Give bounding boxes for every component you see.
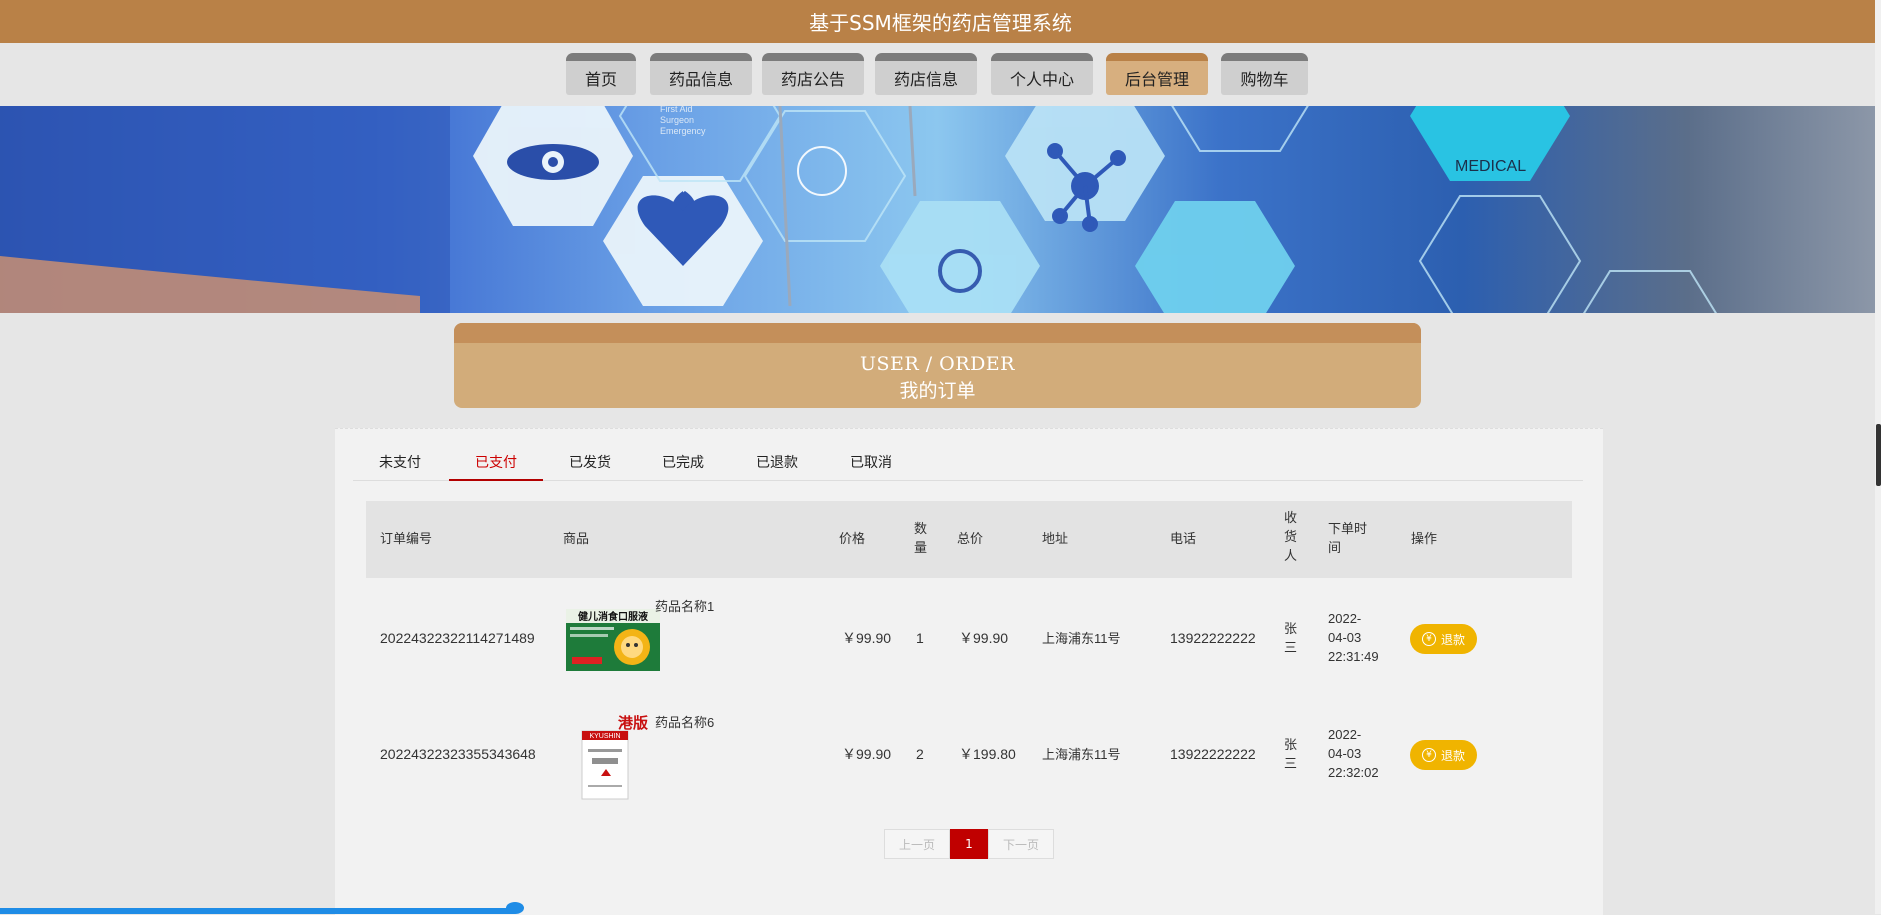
header-action: 操作 bbox=[1411, 532, 1438, 547]
hero-banner: MEDICAL First Aid Surgeon Emergency bbox=[0, 106, 1875, 313]
phone: 13922222222 bbox=[1170, 746, 1256, 762]
address: 上海浦东11号 bbox=[1042, 747, 1121, 762]
product-image-label: 健儿消食口服液 bbox=[578, 610, 648, 623]
quantity: 1 bbox=[916, 630, 924, 646]
pagination: 上一页 1 下一页 bbox=[884, 829, 1054, 859]
refund-label: 退款 bbox=[1440, 632, 1465, 647]
nav-personal-center[interactable]: 个人中心 bbox=[991, 53, 1093, 95]
header-phone: 电话 bbox=[1170, 532, 1197, 547]
receiver: 张 三 bbox=[1284, 735, 1297, 773]
address: 上海浦东11号 bbox=[1042, 631, 1121, 646]
header-qty-line2: 量 bbox=[914, 541, 928, 556]
total-price: ￥99.90 bbox=[959, 630, 1009, 646]
horizontal-scrollbar-thumb[interactable] bbox=[506, 902, 524, 914]
banner-first-aid-text: First Aid bbox=[660, 106, 693, 114]
header-address: 地址 bbox=[1042, 532, 1069, 547]
order-time: 2022- 04-03 22:31:49 bbox=[1328, 609, 1379, 666]
product-name[interactable]: 药品名称6 bbox=[655, 713, 714, 732]
banner-medical-text: MEDICAL bbox=[1455, 158, 1526, 175]
yen-coin-icon: ¥ bbox=[1421, 748, 1436, 762]
order-time-line3: 22:32:02 bbox=[1328, 765, 1379, 780]
main-nav: 首页 药品信息 药店公告 药店信息 个人中心 后台管理 购物车 bbox=[0, 53, 1881, 97]
nav-notice[interactable]: 药店公告 bbox=[762, 53, 864, 95]
title-box-cap bbox=[454, 323, 1421, 343]
tab-refunded[interactable]: 已退款 bbox=[730, 444, 824, 479]
nav-drug-info[interactable]: 药品信息 bbox=[650, 53, 752, 95]
app-title: 基于SSM框架的药店管理系统 bbox=[0, 0, 1881, 43]
table-row: 20224322322114271489 健儿消食口服液 药品名称1 ￥99.9… bbox=[366, 581, 1572, 697]
product-image-sub: KYUSHIN bbox=[589, 733, 620, 740]
header-receiver-line3: 人 bbox=[1284, 549, 1298, 564]
receiver-line1: 张 bbox=[1284, 737, 1298, 752]
header-time-line2: 间 bbox=[1328, 541, 1342, 556]
table-header: 订单编号 商品 价格 数 量 总价 地址 电话 收 货 人 下单时 间 操作 bbox=[366, 501, 1572, 578]
order-no: 20224322322114271489 bbox=[380, 630, 535, 646]
header-time: 下单时 间 bbox=[1328, 520, 1367, 558]
header-time-line1: 下单时 bbox=[1328, 522, 1368, 537]
product-thumbnail[interactable]: 健儿消食口服液 bbox=[566, 605, 660, 695]
nav-store-info[interactable]: 药店信息 bbox=[875, 53, 977, 95]
header-price: 价格 bbox=[839, 532, 866, 547]
table-row: 20224322323355343648 港版 KYUSHIN 药品名称6 ￥9… bbox=[366, 697, 1572, 813]
phone: 13922222222 bbox=[1170, 630, 1256, 646]
refund-label: 退款 bbox=[1440, 748, 1465, 763]
header-receiver-line2: 货 bbox=[1284, 530, 1298, 545]
banner-surgeon-text: Surgeon bbox=[660, 115, 694, 125]
medicine-box-image: 健儿消食口服液 bbox=[566, 609, 660, 671]
order-status-tabs: 未支付 已支付 已发货 已完成 已退款 已取消 bbox=[353, 444, 1583, 481]
order-time-line2: 04-03 bbox=[1328, 746, 1362, 761]
next-page-button[interactable]: 下一页 bbox=[988, 829, 1054, 859]
header-qty: 数 量 bbox=[914, 520, 927, 558]
medicine-box-image: 港版 KYUSHIN bbox=[566, 711, 660, 801]
refund-button[interactable]: ¥ 退款 bbox=[1410, 740, 1477, 770]
tab-paid[interactable]: 已支付 bbox=[449, 444, 543, 481]
order-time-line2: 04-03 bbox=[1328, 630, 1362, 645]
total-price: ￥199.80 bbox=[959, 746, 1016, 762]
order-time-line3: 22:31:49 bbox=[1328, 649, 1379, 664]
medical-hexagon-graphic: MEDICAL First Aid Surgeon Emergency bbox=[0, 106, 1718, 313]
header-receiver: 收 货 人 bbox=[1284, 509, 1297, 566]
tab-shipped[interactable]: 已发货 bbox=[543, 444, 637, 479]
order-no: 20224322323355343648 bbox=[380, 746, 536, 762]
nav-cart[interactable]: 购物车 bbox=[1221, 53, 1308, 95]
price: ￥99.90 bbox=[842, 746, 892, 762]
header-total: 总价 bbox=[957, 532, 984, 547]
order-time-line1: 2022- bbox=[1328, 727, 1362, 742]
nav-admin[interactable]: 后台管理 bbox=[1106, 53, 1208, 95]
page-number-button[interactable]: 1 bbox=[950, 829, 988, 859]
receiver: 张 三 bbox=[1284, 619, 1297, 657]
header-qty-line1: 数 bbox=[914, 522, 928, 537]
section-title-zh: 我的订单 bbox=[899, 380, 976, 402]
price: ￥99.90 bbox=[842, 630, 892, 646]
order-panel: 未支付 已支付 已发货 已完成 已退款 已取消 订单编号 商品 价格 数 量 总… bbox=[335, 428, 1603, 915]
horizontal-scrollbar[interactable] bbox=[0, 908, 515, 914]
product-thumbnail[interactable]: 港版 KYUSHIN bbox=[566, 711, 660, 801]
order-time: 2022- 04-03 22:32:02 bbox=[1328, 725, 1379, 782]
tab-unpaid[interactable]: 未支付 bbox=[353, 444, 447, 479]
refund-button[interactable]: ¥ 退款 bbox=[1410, 624, 1477, 654]
receiver-line1: 张 bbox=[1284, 621, 1298, 636]
tab-cancelled[interactable]: 已取消 bbox=[824, 444, 918, 479]
vertical-scrollbar-thumb[interactable] bbox=[1876, 424, 1881, 486]
section-title-en: USER / ORDER bbox=[860, 353, 1015, 375]
yen-coin-icon: ¥ bbox=[1421, 632, 1436, 646]
nav-home[interactable]: 首页 bbox=[566, 53, 636, 95]
product-image-label: 港版 bbox=[618, 714, 648, 732]
receiver-line2: 三 bbox=[1284, 756, 1298, 771]
order-time-line1: 2022- bbox=[1328, 611, 1362, 626]
banner-emergency-text: Emergency bbox=[660, 126, 706, 136]
receiver-line2: 三 bbox=[1284, 640, 1298, 655]
section-title-box: USER / ORDER 我的订单 bbox=[454, 323, 1421, 408]
header-product: 商品 bbox=[563, 532, 590, 547]
product-name[interactable]: 药品名称1 bbox=[655, 597, 714, 616]
quantity: 2 bbox=[916, 746, 924, 762]
header-receiver-line1: 收 bbox=[1284, 511, 1298, 526]
tab-completed[interactable]: 已完成 bbox=[636, 444, 730, 479]
header-order-no: 订单编号 bbox=[380, 532, 433, 547]
prev-page-button[interactable]: 上一页 bbox=[884, 829, 950, 859]
